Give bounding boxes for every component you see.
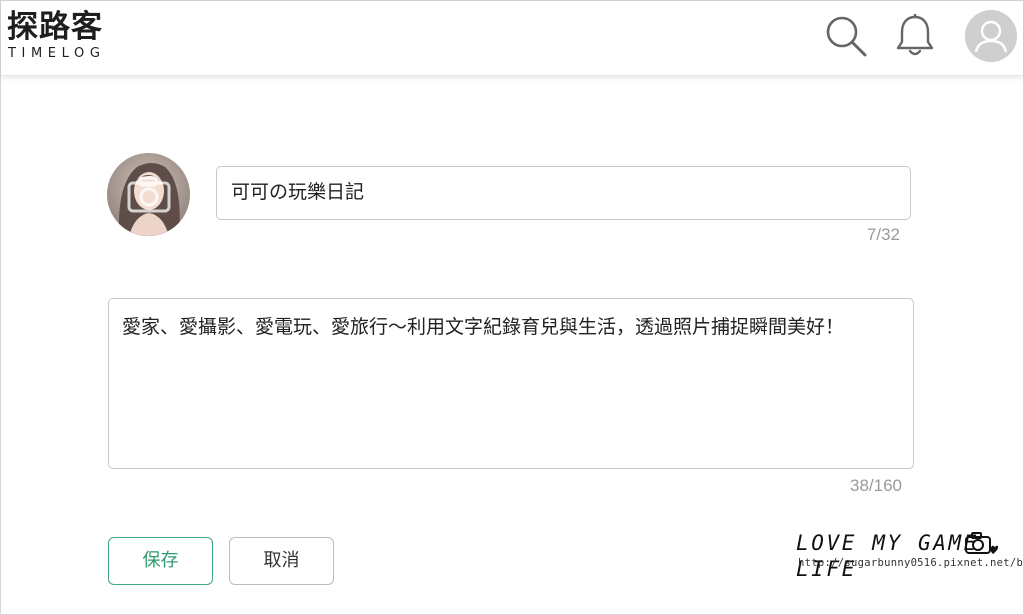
bio-textarea[interactable]: 愛家、愛攝影、愛電玩、愛旅行～利用文字紀錄育兒與生活，透過照片捕捉瞬間美好！ xyxy=(108,298,914,469)
top-header: 探路客 TIMELOG xyxy=(1,1,1023,76)
name-char-counter: 7/32 xyxy=(866,225,900,244)
watermark-url: http://sugarbunny0516.pixnet.net/blog xyxy=(798,557,1024,569)
watermark: LOVE MY GAME LIFE http://sugarbunny0516.… xyxy=(796,530,1024,581)
blog-name-input[interactable] xyxy=(231,167,891,218)
user-avatar-icon[interactable] xyxy=(965,10,1017,62)
camera-heart-icon xyxy=(965,532,998,554)
cancel-button[interactable]: 取消 xyxy=(229,537,334,585)
blog-name-field[interactable] xyxy=(216,166,911,220)
timelog-logo[interactable]: 探路客 TIMELOG xyxy=(7,9,117,63)
bio-char-counter: 38/160 xyxy=(850,476,902,495)
logo-main-text: 探路客 xyxy=(7,9,103,45)
save-button[interactable]: 保存 xyxy=(108,537,213,585)
profile-photo-upload[interactable] xyxy=(107,153,190,236)
search-icon[interactable] xyxy=(823,13,869,59)
bio-text[interactable]: 愛家、愛攝影、愛電玩、愛旅行～利用文字紀錄育兒與生活，透過照片捕捉瞬間美好！ xyxy=(122,313,882,342)
logo-sub-text: TIMELOG xyxy=(8,46,106,61)
bell-icon[interactable] xyxy=(892,12,938,60)
